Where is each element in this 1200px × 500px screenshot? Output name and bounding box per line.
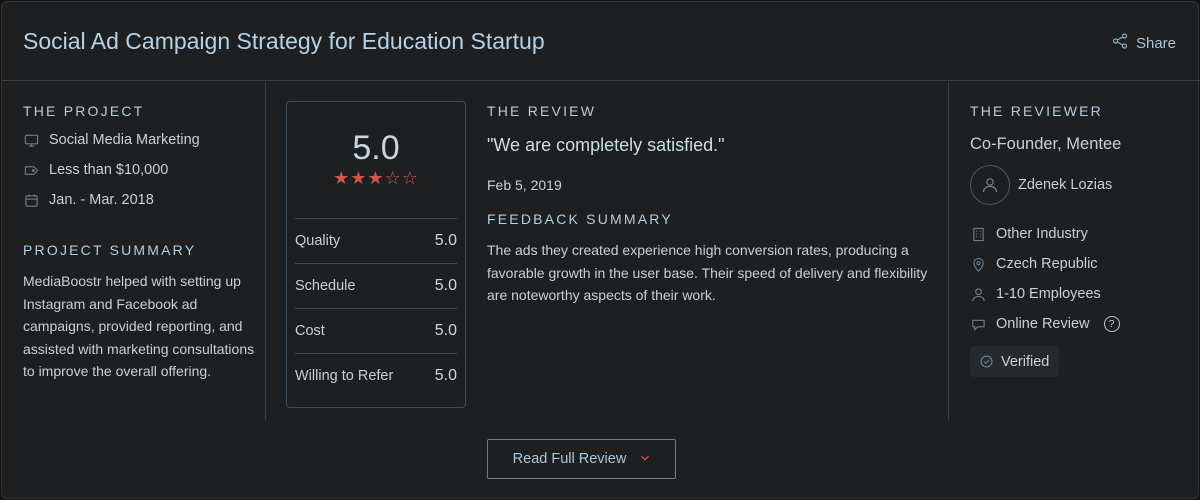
share-label: Share [1135, 34, 1176, 52]
score-row-refer: Willing to Refer 5.0 [295, 353, 457, 398]
feedback-summary-label: FEEDBACK SUMMARY [487, 211, 673, 227]
score-value: 5.0 [434, 367, 457, 384]
project-dates-row: Jan. - Mar. 2018 [23, 192, 154, 208]
reviewer-industry: Other Industry [996, 226, 1088, 242]
feedback-summary-text: The ads they created experience high con… [487, 242, 928, 303]
project-service: Social Media Marketing [49, 132, 200, 148]
reviewer-source-row: Online Review ? [970, 316, 1120, 332]
review-date: Feb 5, 2019 [487, 177, 562, 193]
score-value: 5.0 [434, 322, 457, 339]
column-divider [948, 82, 949, 420]
share-icon [1112, 33, 1128, 53]
reviewer-role: Co-Founder, Mentee [970, 135, 1122, 153]
verified-label: Verified [1001, 353, 1050, 370]
project-dates: Jan. - Mar. 2018 [49, 192, 154, 208]
reviewer-company-size: 1-10 Employees [996, 286, 1101, 302]
read-full-review-label: Read Full Review [512, 451, 627, 467]
reviewer-location: Czech Republic [996, 256, 1098, 272]
person-icon [970, 286, 986, 302]
score-row-cost: Cost 5.0 [295, 308, 457, 353]
score-label: Schedule [295, 278, 356, 294]
reviewer-location-row: Czech Republic [970, 256, 1098, 272]
chat-bubble-icon [970, 316, 986, 332]
review-quote: "We are completely satisfied." [487, 135, 725, 155]
location-pin-icon [970, 256, 986, 272]
score-label: Cost [295, 323, 325, 339]
share-button[interactable]: Share [1112, 33, 1176, 53]
avatar [970, 165, 1010, 205]
calendar-icon [23, 192, 39, 208]
score-value: 5.0 [434, 277, 457, 294]
project-budget-row: Less than $10,000 [23, 162, 168, 178]
score-label: Quality [295, 233, 341, 249]
project-service-row: Social Media Marketing [23, 132, 200, 148]
project-budget: Less than $10,000 [49, 162, 169, 178]
review-card: Social Ad Campaign Strategy for Educatio… [1, 1, 1200, 499]
score-row-schedule: Schedule 5.0 [295, 263, 457, 308]
price-tag-icon [23, 162, 39, 178]
review-section-label: THE REVIEW [487, 103, 597, 119]
reviewer-name: Zdenek Lozias [1018, 177, 1113, 193]
check-circle-icon [980, 355, 993, 368]
project-summary-text: MediaBoostr helped with setting up Insta… [23, 273, 255, 379]
read-full-review-button[interactable]: Read Full Review [487, 439, 676, 479]
project-summary-label: PROJECT SUMMARY [23, 242, 197, 258]
card-header: Social Ad Campaign Strategy for Educatio… [2, 2, 1200, 81]
reviewer-section-label: THE REVIEWER [970, 103, 1103, 119]
star-rating: ★★★☆☆ [333, 168, 419, 188]
review-source: Online Review [996, 316, 1090, 332]
reviewer-industry-row: Other Industry [970, 226, 1088, 242]
reviewer-size-row: 1-10 Employees [970, 286, 1101, 302]
building-icon [970, 226, 986, 242]
rating-box: 5.0 ★★★☆☆ Quality 5.0 Schedule 5.0 Cost … [286, 101, 466, 408]
score-value: 5.0 [434, 232, 457, 249]
overall-rating: 5.0 [352, 129, 400, 167]
chevron-down-icon [640, 451, 650, 467]
project-section-label: THE PROJECT [23, 103, 145, 119]
column-divider [265, 82, 266, 420]
verified-badge: Verified [970, 346, 1060, 377]
page-title: Social Ad Campaign Strategy for Educatio… [23, 28, 545, 54]
score-row-quality: Quality 5.0 [295, 218, 457, 263]
score-label: Willing to Refer [295, 368, 394, 384]
monitor-icon [23, 132, 39, 148]
user-icon [982, 178, 998, 193]
help-icon[interactable]: ? [1103, 316, 1120, 332]
